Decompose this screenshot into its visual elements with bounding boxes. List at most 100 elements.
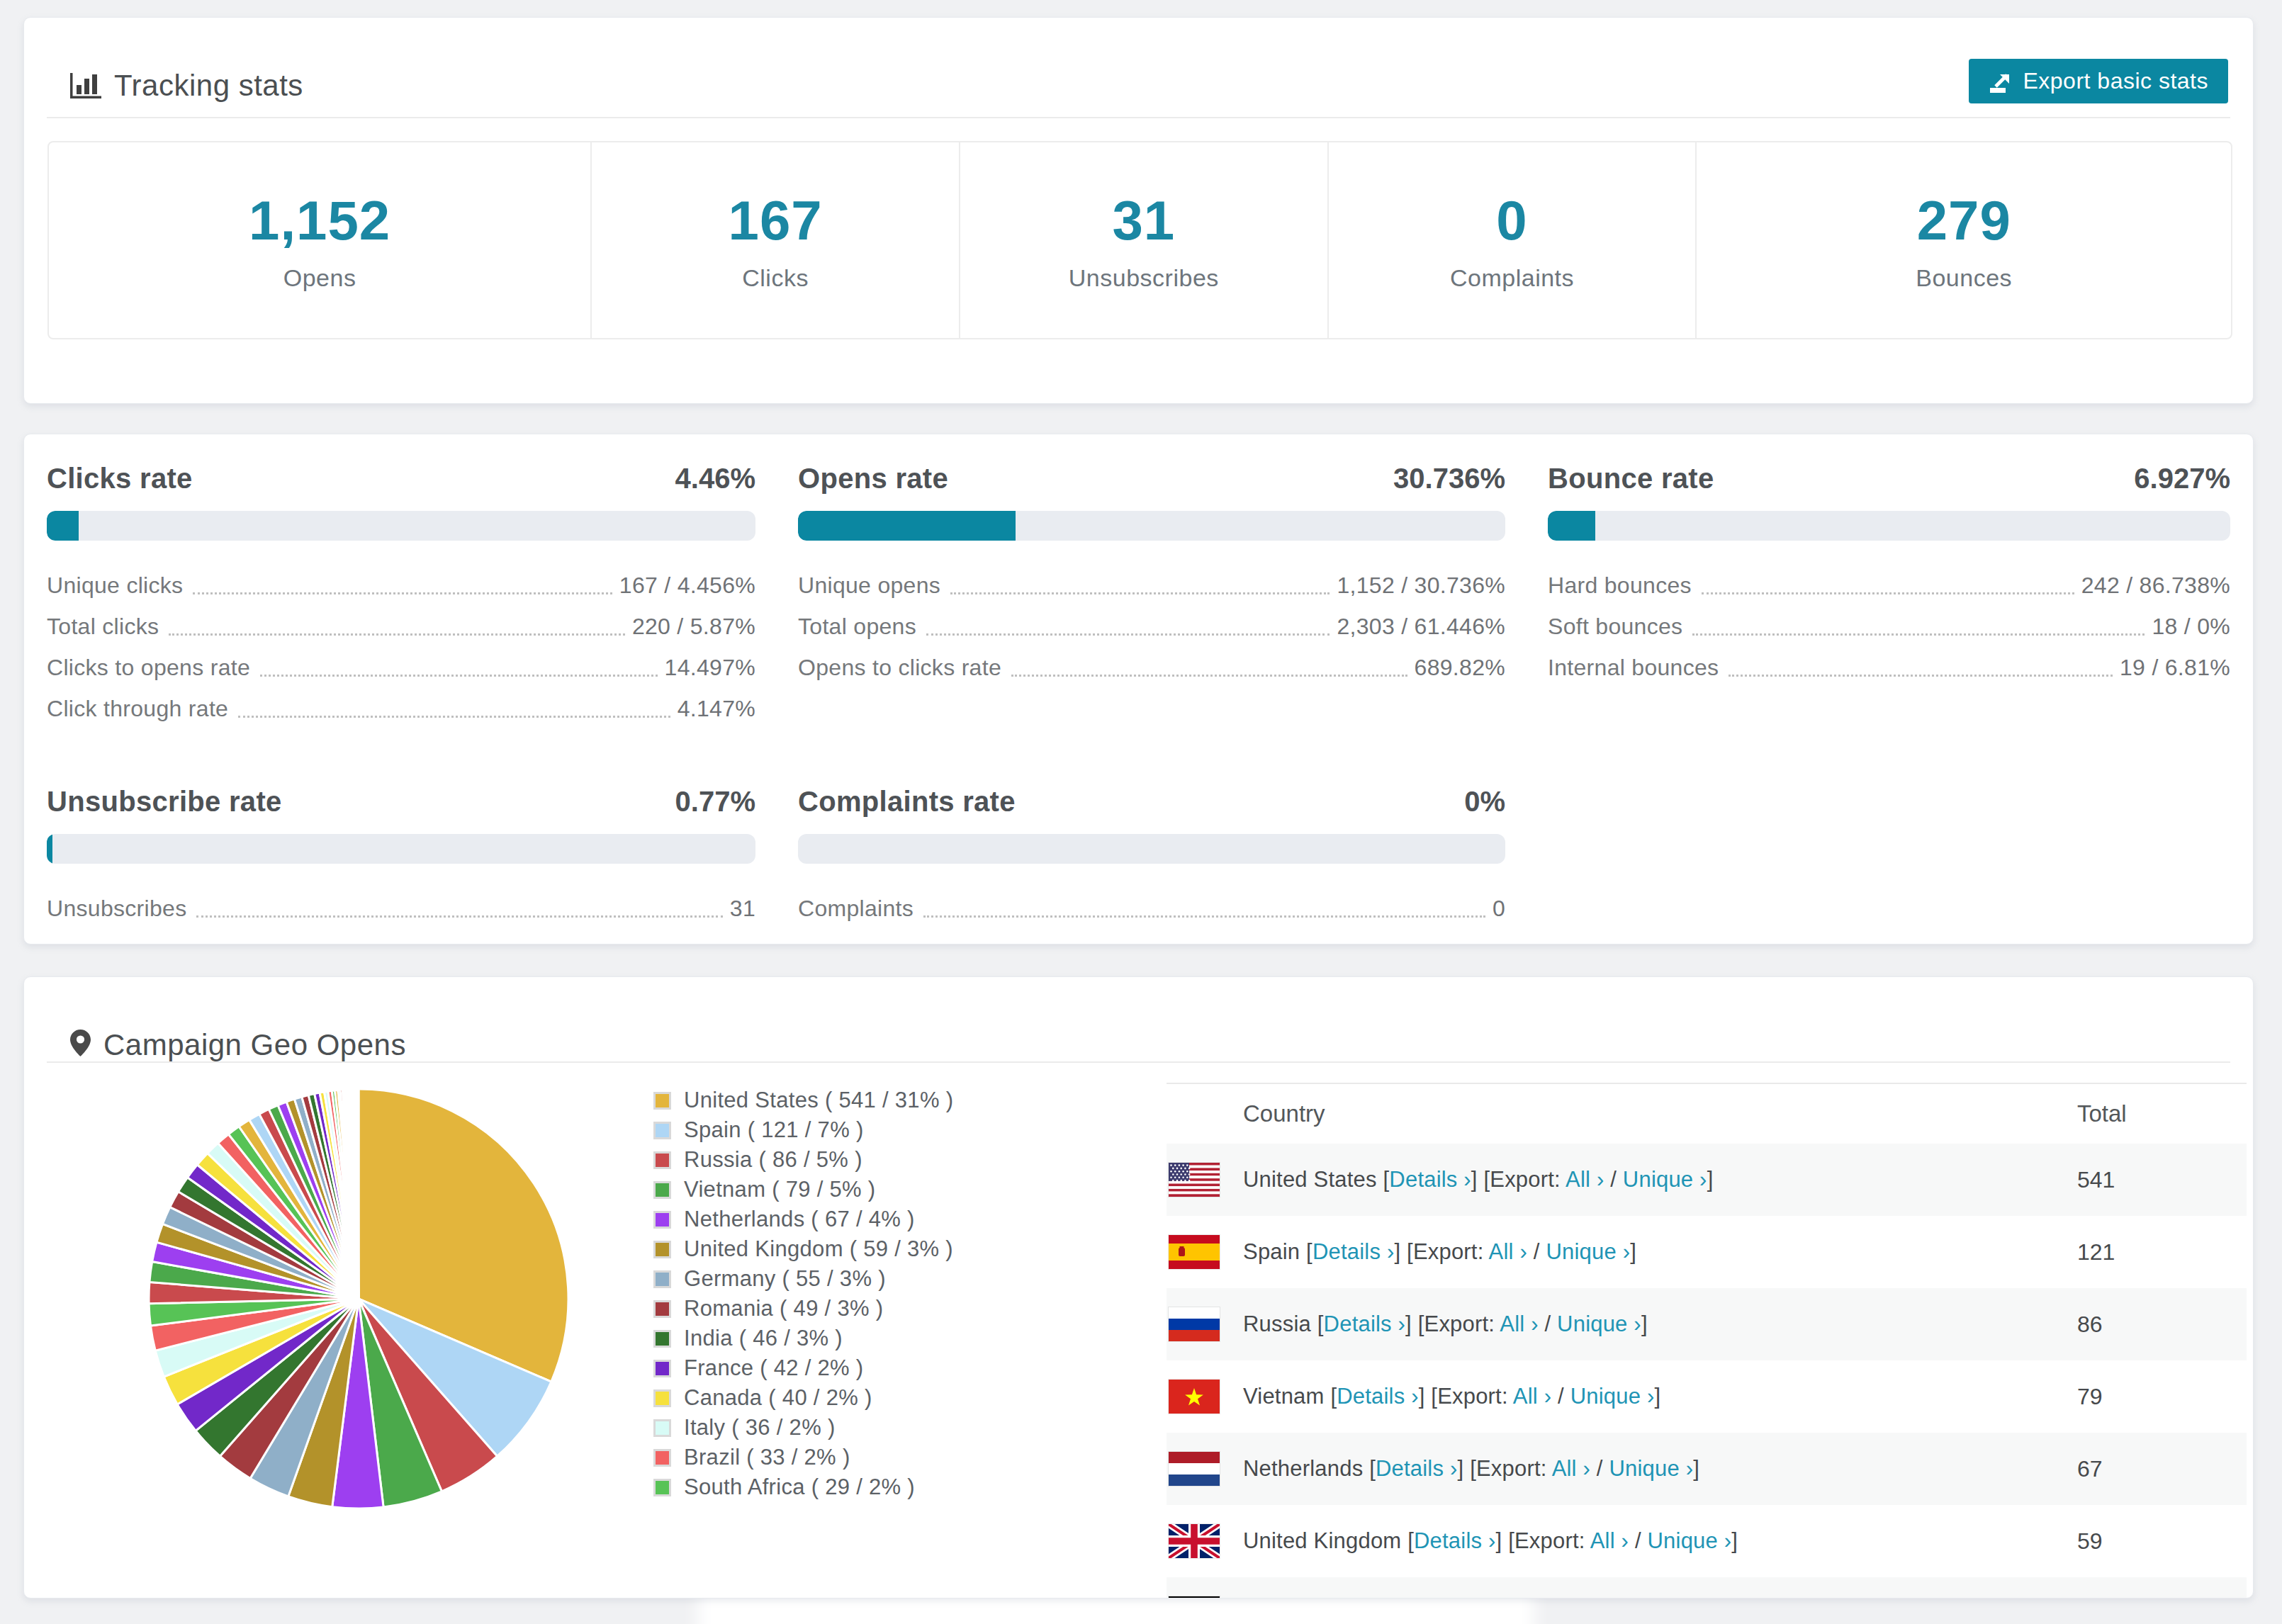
- bar-chart-icon: [70, 73, 101, 98]
- legend-item-india: India ( 46 / 3% ): [653, 1324, 953, 1353]
- map-pin-icon: [70, 1030, 91, 1056]
- rate-row: Complaints0: [798, 891, 1505, 932]
- export-icon: [1989, 69, 2013, 94]
- legend-item-spain: Spain ( 121 / 7% ): [653, 1115, 953, 1145]
- country-cell: Netherlands [Details ›] [Export: All › /…: [1243, 1456, 1699, 1482]
- export-button-label: Export basic stats: [2023, 68, 2208, 94]
- details-link[interactable]: Details ›: [1324, 1312, 1406, 1336]
- stat-value: 1,152: [249, 188, 390, 253]
- rate-row-label: Unique clicks: [47, 573, 183, 599]
- rate-section-complaints-rate: Complaints rate0%Complaints0: [798, 786, 1505, 932]
- rate-row: Unique clicks167 / 4.456%: [47, 568, 755, 609]
- rate-row-value: 1,152 / 30.736%: [1337, 573, 1505, 599]
- dotted-leader: [238, 716, 670, 718]
- rates-row-2: Unsubscribe rate0.77% Unsubscribes31 Compl…: [47, 786, 2230, 932]
- country-cell: United States [Details ›] [Export: All ›…: [1243, 1167, 1713, 1192]
- rate-row-label: Internal bounces: [1548, 655, 1719, 681]
- legend-label: Vietnam ( 79 / 5% ): [684, 1177, 875, 1202]
- legend-item-united-kingdom: United Kingdom ( 59 / 3% ): [653, 1234, 953, 1264]
- rate-rows: Unsubscribes31: [47, 891, 755, 932]
- rate-title: Bounce rate: [1548, 463, 1714, 495]
- rate-row-value: 4.147%: [678, 696, 755, 722]
- rate-progress-fill: [1548, 511, 1595, 541]
- legend-label: Romania ( 49 / 3% ): [684, 1296, 883, 1321]
- export-all-link[interactable]: All ›: [1566, 1167, 1604, 1192]
- export-basic-stats-button[interactable]: Export basic stats: [1969, 59, 2228, 103]
- legend-label: Italy ( 36 / 2% ): [684, 1415, 836, 1440]
- legend-item-italy: Italy ( 36 / 2% ): [653, 1413, 953, 1443]
- legend-item-canada: Canada ( 40 / 2% ): [653, 1383, 953, 1413]
- rate-row-value: 689.82%: [1415, 655, 1505, 681]
- rate-section-opens-rate: Opens rate30.736%Unique opens1,152 / 30.…: [798, 463, 1505, 732]
- export-all-link[interactable]: All ›: [1552, 1456, 1590, 1481]
- legend-label: Russia ( 86 / 5% ): [684, 1147, 862, 1173]
- geo-table-row-nl: Netherlands [Details ›] [Export: All › /…: [1167, 1433, 2247, 1505]
- dotted-leader: [923, 915, 1485, 918]
- rate-title: Complaints rate: [798, 786, 1016, 818]
- dotted-leader: [196, 915, 722, 918]
- rate-head: Unsubscribe rate0.77%: [47, 786, 755, 817]
- legend-swatch: [653, 1092, 671, 1110]
- rate-progress-bar: [798, 834, 1505, 864]
- export-unique-link[interactable]: Unique ›: [1546, 1239, 1630, 1264]
- legend-label: Canada ( 40 / 2% ): [684, 1385, 872, 1411]
- rate-row: Total clicks220 / 5.87%: [47, 609, 755, 650]
- dotted-leader: [950, 592, 1330, 594]
- rates-card: Clicks rate4.46%Unique clicks167 / 4.456…: [23, 434, 2254, 944]
- pie-legend: United States ( 541 / 31% )Spain ( 121 /…: [653, 1086, 953, 1502]
- legend-label: Germany ( 55 / 3% ): [684, 1266, 886, 1292]
- rate-row-label: Hard bounces: [1548, 573, 1692, 599]
- export-unique-link[interactable]: Unique ›: [1648, 1528, 1732, 1553]
- tracking-stats-title: Tracking stats: [114, 69, 303, 103]
- export-unique-link[interactable]: Unique ›: [1623, 1167, 1707, 1192]
- rate-row-value: 2,303 / 61.446%: [1337, 614, 1505, 640]
- flag-icon-us: [1169, 1163, 1220, 1197]
- flag-icon-ru: [1169, 1307, 1220, 1341]
- geo-table-row-es: Spain [Details ›] [Export: All › / Uniqu…: [1167, 1216, 2247, 1288]
- stat-label: Unsubscribes: [1069, 264, 1219, 292]
- dotted-leader: [169, 633, 625, 636]
- legend-swatch: [653, 1122, 671, 1139]
- total-cell: 121: [2077, 1239, 2115, 1265]
- rate-rows: Unique clicks167 / 4.456%Total clicks220…: [47, 568, 755, 732]
- total-cell: 541: [2077, 1167, 2115, 1193]
- country-cell: Russia [Details ›] [Export: All › / Uniq…: [1243, 1312, 1648, 1337]
- export-all-link[interactable]: All ›: [1500, 1312, 1538, 1336]
- total-cell: 59: [2077, 1528, 2103, 1555]
- flag-icon-nl: [1169, 1452, 1220, 1486]
- export-all-link[interactable]: All ›: [1513, 1384, 1551, 1409]
- legend-item-vietnam: Vietnam ( 79 / 5% ): [653, 1175, 953, 1205]
- details-link[interactable]: Details ›: [1337, 1384, 1419, 1409]
- export-all-link[interactable]: All ›: [1590, 1528, 1629, 1553]
- legend-item-germany: Germany ( 55 / 3% ): [653, 1264, 953, 1294]
- details-link[interactable]: Details ›: [1313, 1239, 1395, 1264]
- stats-summary-box: 1,152Opens167Clicks31Unsubscribes0Compla…: [47, 141, 2232, 339]
- stat-value: 279: [1917, 188, 2011, 253]
- legend-item-united-states: United States ( 541 / 31% ): [653, 1086, 953, 1115]
- rate-section-bounce-rate: Bounce rate6.927%Hard bounces242 / 86.73…: [1548, 463, 2230, 732]
- legend-item-south-africa: South Africa ( 29 / 2% ): [653, 1472, 953, 1502]
- rate-progress-fill: [47, 511, 79, 541]
- country-cell: United Kingdom [Details ›] [Export: All …: [1243, 1528, 1738, 1554]
- export-unique-link[interactable]: Unique ›: [1557, 1312, 1641, 1336]
- export-all-link[interactable]: All ›: [1489, 1239, 1527, 1264]
- stat-value: 31: [1112, 188, 1175, 253]
- export-unique-link[interactable]: Unique ›: [1570, 1384, 1655, 1409]
- details-link[interactable]: Details ›: [1376, 1456, 1458, 1481]
- details-link[interactable]: Details ›: [1389, 1167, 1471, 1192]
- rate-row: Hard bounces242 / 86.738%: [1548, 568, 2230, 609]
- rate-row-label: Unsubscribes: [47, 896, 186, 922]
- country-name: United States: [1243, 1167, 1377, 1192]
- rate-row-label: Soft bounces: [1548, 614, 1682, 640]
- export-unique-link[interactable]: Unique ›: [1609, 1456, 1694, 1481]
- rate-title: Opens rate: [798, 463, 948, 495]
- details-link[interactable]: Details ›: [1414, 1528, 1496, 1553]
- rate-row-label: Complaints: [798, 896, 914, 922]
- geo-table-row-de: Germany [Details ›] [Export: All › / Uni…: [1167, 1577, 2247, 1598]
- tracking-stats-header: Tracking stats: [70, 69, 303, 103]
- total-cell: 79: [2077, 1384, 2103, 1410]
- rate-row-label: Opens to clicks rate: [798, 655, 1001, 681]
- stat-value: 0: [1496, 188, 1527, 253]
- legend-swatch: [653, 1181, 671, 1199]
- rate-row: Click through rate4.147%: [47, 691, 755, 732]
